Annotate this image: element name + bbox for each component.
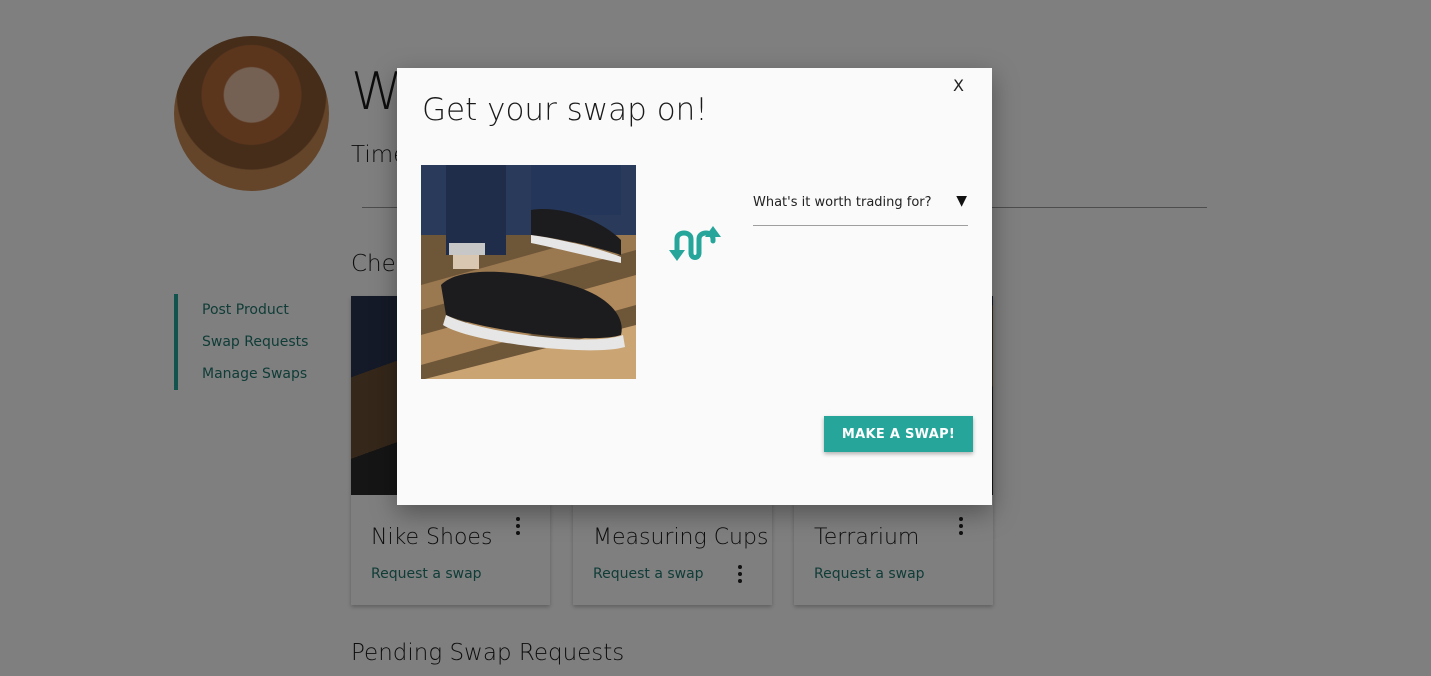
sneaker-photo [421,165,636,379]
select-placeholder: What's it worth trading for? [753,195,932,210]
dropdown-caret-icon: ▼ [956,193,967,209]
modal-title: Get your swap on! [422,92,708,128]
close-button[interactable]: X [953,76,964,95]
trade-item-select[interactable]: What's it worth trading for? ▼ [753,192,968,226]
swap-arrows-icon [669,226,721,261]
product-image [421,165,636,379]
swap-modal: X Get your swap on! What's it worth trad… [397,68,992,505]
make-swap-button[interactable]: MAKE A SWAP! [824,416,973,452]
